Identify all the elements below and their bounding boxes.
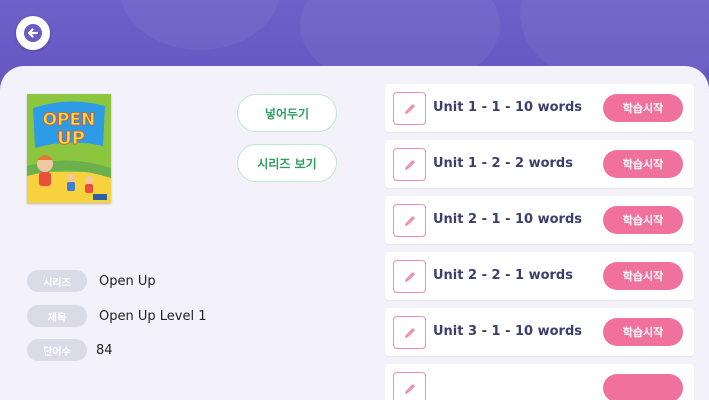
unit-list[interactable]: Unit 1 - 1 - 10 words 학습시작 Unit 1 - 2 - … — [385, 84, 694, 400]
unit-card[interactable]: Unit 1 - 2 - 2 words 학습시작 — [385, 140, 694, 188]
pencil-icon — [404, 215, 415, 226]
edit-button[interactable] — [393, 148, 426, 181]
book-cover-art: OPEN UP — [27, 94, 111, 203]
edit-button[interactable] — [393, 372, 426, 400]
header-decoration — [120, 0, 280, 50]
unit-title: Unit 1 - 1 - 10 words — [433, 100, 583, 115]
pencil-icon — [404, 383, 415, 394]
pencil-icon — [404, 327, 415, 338]
cover-title-line1: OPEN — [43, 110, 96, 130]
unit-title: Unit 3 - 1 - 10 words — [433, 324, 583, 339]
info-row-word-count: 단어수 84 — [27, 339, 113, 361]
title-value: Open Up Level 1 — [99, 308, 207, 324]
unit-card[interactable]: Unit 2 - 2 - 1 words 학습시작 — [385, 252, 694, 300]
series-value: Open Up — [99, 273, 156, 289]
book-cover-image[interactable]: OPEN UP — [27, 94, 111, 203]
cover-title-line2: UP — [57, 128, 85, 149]
start-study-button[interactable]: 학습시작 — [603, 94, 683, 122]
word-count-tag: 단어수 — [27, 339, 87, 361]
unit-title: Unit 1 - 2 - 2 words — [433, 156, 573, 171]
title-tag: 제목 — [27, 305, 87, 327]
view-series-button-label: 시리즈 보기 — [257, 156, 317, 171]
edit-button[interactable] — [393, 260, 426, 293]
series-tag: 시리즈 — [27, 270, 87, 292]
pencil-icon — [404, 271, 415, 282]
start-study-button[interactable]: 학습시작 — [603, 150, 683, 178]
unit-title: Unit 2 - 1 - 10 words — [433, 212, 583, 227]
start-study-button[interactable]: 학습시작 — [603, 262, 683, 290]
edit-button[interactable] — [393, 316, 426, 349]
unit-card[interactable] — [385, 364, 694, 400]
unit-title: Unit 2 - 2 - 1 words — [433, 268, 573, 283]
word-count-value: 84 — [96, 342, 113, 358]
unit-card[interactable]: Unit 3 - 1 - 10 words 학습시작 — [385, 308, 694, 356]
pencil-icon — [404, 103, 415, 114]
arrow-left-icon — [24, 24, 42, 42]
put-away-button-label: 넣어두기 — [264, 106, 310, 121]
start-study-button[interactable]: 학습시작 — [603, 318, 683, 346]
put-away-button[interactable]: 넣어두기 — [237, 94, 337, 132]
info-row-series: 시리즈 Open Up — [27, 270, 156, 292]
pencil-icon — [404, 159, 415, 170]
unit-card[interactable]: Unit 1 - 1 - 10 words 학습시작 — [385, 84, 694, 132]
start-study-button[interactable]: 학습시작 — [603, 206, 683, 234]
unit-card[interactable]: Unit 2 - 1 - 10 words 학습시작 — [385, 196, 694, 244]
start-study-button[interactable] — [603, 374, 683, 400]
view-series-button[interactable]: 시리즈 보기 — [237, 144, 337, 182]
back-button[interactable] — [16, 16, 50, 50]
info-row-title: 제목 Open Up Level 1 — [27, 305, 206, 327]
edit-button[interactable] — [393, 204, 426, 237]
content-panel: OPEN UP 넣어두기 시리즈 보기 시리즈 Open Up 제목 Open … — [0, 66, 709, 400]
edit-button[interactable] — [393, 92, 426, 125]
